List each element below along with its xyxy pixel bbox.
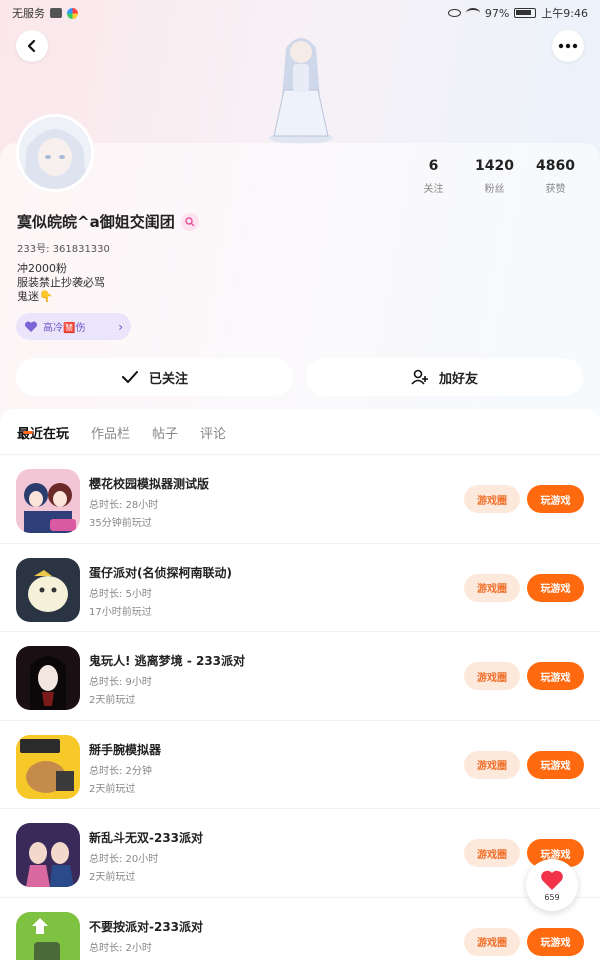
gallery-icon: [50, 8, 62, 18]
profile-stats: 6 关注 1420 粉丝 4860 获赞: [403, 158, 586, 195]
like-count: 659: [544, 892, 560, 902]
game-icon[interactable]: [16, 911, 80, 960]
add-friend-button[interactable]: 加好友: [306, 358, 583, 396]
stat-following[interactable]: 6 关注: [403, 158, 464, 195]
game-circle-button[interactable]: 游戏圈: [464, 485, 520, 513]
back-button[interactable]: [16, 30, 48, 62]
chevron-right-icon: ›: [118, 319, 123, 334]
heart-icon: [541, 870, 563, 890]
game-last-played: 2天前玩过: [89, 783, 136, 795]
eye-comfort-icon: [447, 9, 461, 17]
tab-comments[interactable]: 评论: [200, 423, 226, 442]
play-game-button[interactable]: 玩游戏: [527, 750, 584, 779]
bio-line: 服装禁止抄袭必骂: [17, 276, 105, 289]
game-title: 不要按派对-233派对: [89, 919, 204, 934]
user-badge-icon[interactable]: [180, 212, 199, 231]
game-list-item[interactable]: 新乱斗无双-233派对 总时长: 20小时 2天前玩过 游戏圈 玩游戏: [0, 809, 600, 898]
game-playtime: 总时长: 28小时: [89, 500, 159, 511]
status-bar: 无服务 97% 上午9:46: [0, 0, 600, 26]
game-last-played: 2天前玩过: [89, 695, 136, 707]
game-playtime: 总时长: 2分钟: [89, 765, 152, 777]
personality-tag-chip[interactable]: 高冷🈲伤 ›: [16, 313, 131, 340]
color-app-icon: [67, 7, 78, 19]
avatar-image: [19, 117, 91, 189]
add-user-icon: [411, 369, 428, 385]
game-icon[interactable]: [16, 823, 80, 888]
game-circle-button[interactable]: 游戏圈: [464, 750, 520, 779]
game-playtime: 总时长: 20小时: [89, 854, 159, 866]
tab-works[interactable]: 作品栏: [91, 423, 130, 442]
game-icon[interactable]: [16, 646, 80, 711]
battery-icon: [514, 8, 537, 18]
game-circle-button[interactable]: 游戏圈: [464, 839, 520, 868]
game-circle-button[interactable]: 游戏圈: [464, 662, 520, 691]
play-game-button[interactable]: 玩游戏: [527, 485, 584, 513]
tab-posts[interactable]: 帖子: [152, 423, 178, 442]
user-avatar[interactable]: [16, 114, 94, 192]
chevron-left-icon: [27, 39, 36, 53]
user-bio: 冲2000粉 服装禁止抄袭必骂 鬼迷👇: [17, 262, 105, 304]
game-last-played: 2天前玩过: [89, 872, 136, 884]
username-row: 寞似皖皖^a御姐交闺团: [17, 211, 199, 232]
play-game-button[interactable]: 玩游戏: [527, 927, 584, 956]
more-options-button[interactable]: [552, 30, 584, 62]
game-title: 新乱斗无双-233派对: [89, 831, 204, 846]
profile-actions: 已关注 加好友: [16, 358, 583, 396]
game-last-played: 35分钟前玩过: [89, 518, 152, 529]
content-panel: 最近在玩 作品栏 帖子 评论 樱花校园模拟器测试版 总时长: 28小时 35分钟…: [0, 409, 600, 960]
username: 寞似皖皖^a御姐交闺团: [17, 213, 175, 231]
profile-tabs: 最近在玩 作品栏 帖子 评论: [17, 423, 226, 442]
battery-percent: 97%: [484, 6, 510, 20]
clock-time: 上午9:46: [541, 7, 588, 20]
game-circle-button[interactable]: 游戏圈: [464, 927, 520, 956]
stat-likes[interactable]: 4860 获赞: [525, 158, 586, 195]
game-list-item[interactable]: 蛋仔派对(名侦探柯南联动) 总时长: 5小时 17小时前玩过 游戏圈 玩游戏: [0, 544, 600, 633]
carrier-text: 无服务: [12, 7, 45, 20]
game-list-item[interactable]: 樱花校园模拟器测试版 总时长: 28小时 35分钟前玩过 游戏圈 玩游戏: [0, 455, 600, 544]
game-title: 鬼玩人! 逃离梦境 - 233派对: [89, 654, 246, 669]
check-icon: [121, 371, 138, 383]
heart-icon: [24, 320, 38, 332]
play-game-button[interactable]: 玩游戏: [527, 573, 584, 602]
game-list-item[interactable]: 不要按派对-233派对 总时长: 2小时 游戏圈 玩游戏: [0, 898, 600, 960]
banner-character-image: [269, 38, 333, 144]
game-circle-button[interactable]: 游戏圈: [464, 573, 520, 602]
user-id: 233号: 361831330: [17, 244, 110, 255]
more-dots-icon: [558, 43, 578, 49]
follow-button[interactable]: 已关注: [16, 358, 293, 396]
game-playtime: 总时长: 9小时: [89, 677, 152, 689]
game-icon[interactable]: [16, 469, 80, 533]
game-title: 樱花校园模拟器测试版: [89, 477, 210, 491]
game-playtime: 总时长: 5小时: [89, 588, 152, 600]
game-title: 掰手腕模拟器: [89, 742, 162, 757]
stat-followers[interactable]: 1420 粉丝: [464, 158, 525, 195]
game-list-item[interactable]: 掰手腕模拟器 总时长: 2分钟 2天前玩过 游戏圈 玩游戏: [0, 721, 600, 810]
bio-line: 鬼迷👇: [17, 290, 53, 303]
bio-line: 冲2000粉: [17, 262, 67, 275]
recent-games-list: 樱花校园模拟器测试版 总时长: 28小时 35分钟前玩过 游戏圈 玩游戏 蛋仔派…: [0, 455, 600, 960]
game-list-item[interactable]: 鬼玩人! 逃离梦境 - 233派对 总时长: 9小时 2天前玩过 游戏圈 玩游戏: [0, 632, 600, 721]
game-playtime: 总时长: 2小时: [89, 942, 152, 954]
game-last-played: 17小时前玩过: [89, 606, 152, 618]
game-title: 蛋仔派对(名侦探柯南联动): [89, 565, 232, 580]
floating-like-button[interactable]: 659: [526, 859, 578, 911]
wifi-icon: [465, 8, 480, 18]
play-game-button[interactable]: 玩游戏: [527, 662, 584, 691]
active-tab-indicator: [23, 431, 33, 434]
game-icon[interactable]: [16, 557, 80, 622]
game-icon[interactable]: [16, 734, 80, 799]
